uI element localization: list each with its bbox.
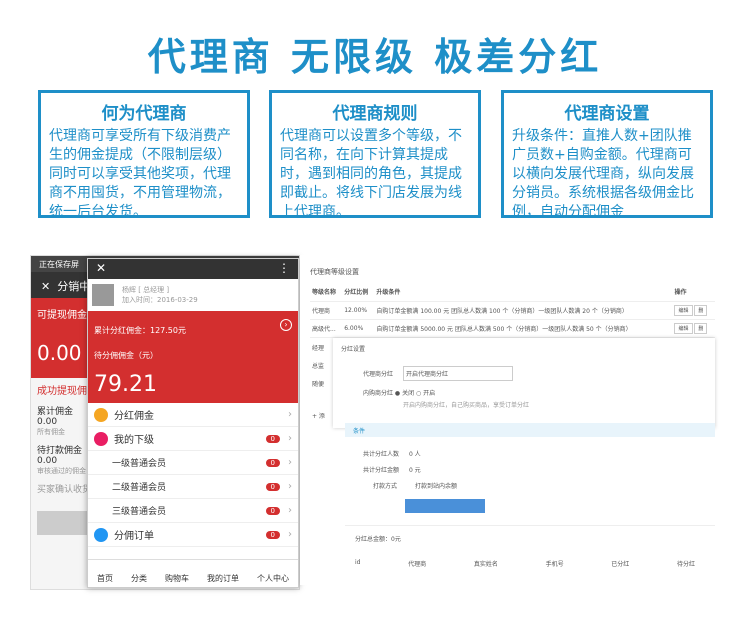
chevron-right-icon: › [288, 505, 292, 516]
gear-icon [94, 527, 108, 542]
conditions-bar: 条件 [345, 423, 715, 437]
count-badge: 0 [265, 506, 280, 515]
table-row: 代理商 12.00% 自购订单金额满 100.00 元 团队总人数满 100 个（分… [310, 301, 715, 320]
modal-title: 分红设置 [341, 346, 366, 353]
user-name: 杨辉 [ 总经理 ] [122, 286, 170, 294]
edit-button[interactable]: 编辑 [674, 322, 693, 334]
chevron-right-icon: › [288, 409, 292, 420]
menu-level3[interactable]: 三级普通会员 0 › [88, 499, 298, 523]
level-table: 等级名称 分红比例 升级条件 操作 代理商 12.00% 自购订单金额满 100.00 元… [310, 283, 715, 338]
close-icon[interactable]: ✕ [41, 280, 50, 293]
user-icon [94, 431, 108, 446]
dividend-panel: 累计分红佣金：127.50元 待分佣佣金（元） 79.21 › [88, 311, 298, 403]
add-button[interactable]: + 添 [312, 411, 325, 420]
header: ✕ ⋮ [88, 259, 298, 279]
header-title: 分销中 [57, 280, 91, 293]
menu-orders[interactable]: 分佣订单 0 › [88, 523, 298, 547]
info-box-what: 何为代理商 代理商可享受所有下级消费产生的佣金提成（不限制层级）同时可以享受其他… [38, 90, 250, 220]
box-text: 升级条件：直推人数+团队推广员数+自购金额。代理商可以横向发展代理商，纵向发展分… [512, 128, 694, 220]
arrow-right-icon[interactable]: › [280, 319, 292, 331]
total-dividend: 累计分红佣金：127.50元 [94, 326, 186, 335]
box-heading: 何为代理商 [101, 104, 187, 124]
box-text: 代理商可享受所有下级消费产生的佣金提成（不限制层级）同时可以享受其他奖项，代理商… [49, 128, 231, 220]
admin-title: 代理商等级设置 [310, 268, 359, 276]
chevron-right-icon: › [288, 481, 292, 492]
delete-button[interactable]: 删 [694, 322, 708, 334]
phone-screen-dividend: ✕ ⋮ 杨辉 [ 总经理 ] 加入时间：2016-03-29 累计分红佣金：127.… [87, 258, 299, 588]
tab-home[interactable]: 首页 [97, 573, 113, 584]
summary-table: 分红总金额：0元 id 代理商 真实姓名 手机号 已分红 待分红 [345, 525, 715, 583]
total-amount: 分红总金额：0元 [355, 536, 401, 543]
tab-category[interactable]: 分类 [131, 573, 147, 584]
box-heading: 代理商规则 [332, 104, 418, 124]
tab-cart[interactable]: 购物车 [165, 573, 189, 584]
summary: 共计分红人数 0 人 共计分红金额 0 元 打款方式 打款到站内余额 [345, 437, 715, 527]
delete-button[interactable]: 删 [694, 304, 708, 316]
tab-profile[interactable]: 个人中心 [257, 573, 289, 584]
table-row: 高级代... 6.00% 自购订单金额满 5000.00 元 团队总人数满 500 … [310, 319, 715, 338]
side-level: 随便 [312, 381, 325, 388]
count-badge: 0 [265, 482, 280, 491]
chevron-right-icon: › [288, 433, 292, 444]
dividend-select[interactable]: 开启代理商分红 [402, 366, 513, 381]
avatar [92, 284, 114, 306]
side-level: 经理 [312, 345, 325, 352]
pending-amount: 79.21 [94, 372, 157, 397]
count-badge: 0 [265, 530, 280, 539]
user-info: 杨辉 [ 总经理 ] 加入时间：2016-03-29 [88, 279, 298, 311]
menu-subordinates[interactable]: 我的下级 0 › [88, 427, 298, 451]
dividend-settings-modal: 分红设置 代理商分红 开启代理商分红 内购商分红 ● 关闭 ○ 开启 开启内购商… [333, 338, 715, 428]
page-title: 代理商 无限级 极差分红 [147, 35, 603, 79]
info-box-settings: 代理商设置 升级条件：直推人数+团队推广员数+自购金额。代理商可以横向发展代理商… [501, 90, 713, 220]
chevron-right-icon: › [288, 529, 292, 540]
tab-orders[interactable]: 我的订单 [207, 573, 239, 584]
edit-button[interactable]: 编辑 [674, 304, 693, 316]
chevron-right-icon: › [288, 457, 292, 468]
join-time: 加入时间：2016-03-29 [122, 296, 198, 304]
menu-level1[interactable]: 一级普通会员 0 › [88, 451, 298, 475]
radio-on[interactable]: 开启 [423, 390, 435, 397]
admin-panel: 代理商等级设置 等级名称 分红比例 升级条件 操作 代理商 12.00% 自购订单金额满 … [300, 255, 715, 585]
menu-dividend[interactable]: 分红佣金 › [88, 403, 298, 427]
more-icon[interactable]: ⋮ [278, 261, 290, 277]
count-badge: 0 [265, 458, 280, 467]
box-text: 代理商可以设置多个等级，不同名称，在向下计算其提成时，遇到相同的角色，其提成即截… [280, 128, 462, 220]
info-box-rules: 代理商规则 代理商可以设置多个等级，不同名称，在向下计算其提成时，遇到相同的角色… [269, 90, 481, 220]
count-badge: 0 [265, 434, 280, 443]
radio-off[interactable]: 关闭 [402, 390, 414, 397]
coin-icon [94, 407, 108, 422]
tab-bar: 首页 分类 购物车 我的订单 个人中心 [88, 559, 298, 587]
submit-button[interactable] [405, 499, 485, 513]
close-icon[interactable]: ✕ [96, 261, 106, 277]
pending-label: 待分佣佣金（元） [94, 351, 158, 360]
side-level: 总监 [312, 363, 325, 370]
menu-level2[interactable]: 二级普通会员 0 › [88, 475, 298, 499]
hint-text: 开启内购商分红，自己购买商品，享受订单分红 [403, 402, 530, 409]
box-heading: 代理商设置 [564, 104, 650, 124]
